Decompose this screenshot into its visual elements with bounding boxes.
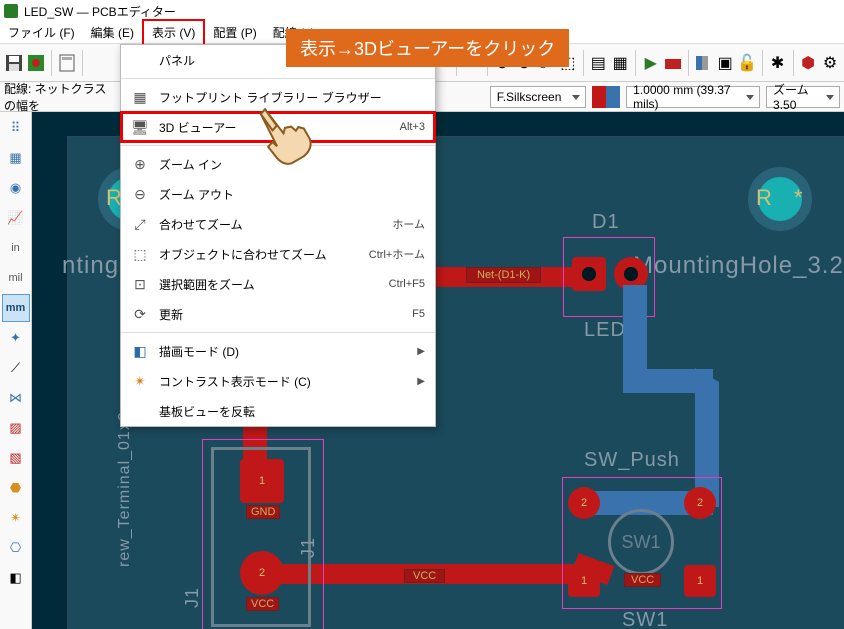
menu-view[interactable]: 表示 (V) — [142, 19, 205, 46]
sw1-ref: SW_Push — [584, 449, 680, 472]
zoom-obj-icon: ⬚ — [129, 246, 151, 263]
d1-ref: D1 — [592, 211, 620, 234]
j1-pad2: 2 — [240, 551, 284, 595]
units-in-button[interactable]: in — [2, 234, 30, 262]
polar-button[interactable]: ◉ — [2, 174, 30, 202]
save-button[interactable] — [4, 48, 24, 78]
contrast-icon: ✴ — [129, 373, 151, 390]
d1-pad1 — [572, 257, 606, 291]
annotation-callout: 表示→3Dビューアーをクリック — [286, 29, 569, 67]
j1-gnd: GND — [246, 505, 280, 519]
menu-zoom-obj[interactable]: ⬚ オブジェクトに合わせてズーム Ctrl+ホーム — [121, 239, 435, 269]
monitor-icon: 🖥 — [129, 119, 151, 136]
refresh-icon: ⟳ — [129, 306, 151, 323]
window-titlebar: LED_SW — PCBエディター — [0, 0, 844, 22]
left-toolbar: ⠿ ▦ ◉ 📈 in mil mm ✦ ⟋ ⋈ ▨ ▧ ⬣ ✴ ⎔ ◧ — [0, 112, 32, 629]
layer-selector[interactable]: F.Silkscreen — [490, 86, 586, 108]
j1-vcc: VCC — [246, 597, 279, 611]
sw1-value: SW1 — [622, 609, 668, 629]
zoom-fit-icon: ⤢ — [129, 216, 151, 233]
page-settings-button[interactable] — [57, 48, 77, 78]
zone-outline-button[interactable]: ▨ — [2, 414, 30, 442]
ratsnest-button[interactable]: ⟋ — [2, 354, 30, 382]
window-title: LED_SW — PCBエディター — [24, 3, 176, 20]
zone-hatch-button[interactable]: ▧ — [2, 444, 30, 472]
sw1-pad-br: 1 — [684, 565, 716, 597]
zoom-selector[interactable]: ズーム 3.50 — [766, 86, 840, 108]
mhole-ref-star: * — [794, 185, 803, 211]
cursor-shape-button[interactable]: ✦ — [2, 324, 30, 352]
zoom-in-icon: ⊕ — [129, 156, 151, 173]
menu-edit[interactable]: 編集 (E) — [83, 21, 142, 44]
menu-zoom-fit[interactable]: ⤢ 合わせてズーム ホーム — [121, 209, 435, 239]
chevron-right-icon: ▶ — [417, 346, 425, 357]
library-icon: ▦ — [129, 89, 151, 106]
track-outline-button[interactable]: ⎔ — [2, 534, 30, 562]
j1-ref: J1 — [182, 587, 203, 608]
track-width-label: 配線: ネットクラスの幅を — [4, 80, 108, 114]
zone-button[interactable]: ▣ — [715, 48, 735, 78]
draw-mode-icon: ◧ — [129, 343, 151, 360]
menu-flip-board[interactable]: 基板ビューを反転 — [121, 396, 435, 426]
zoom-out-icon: ⊖ — [129, 186, 151, 203]
grid-lines-button[interactable]: ▦ — [2, 144, 30, 172]
units-mm-button[interactable]: mm — [2, 294, 30, 322]
sw1-pad-tr: 2 — [684, 487, 716, 519]
grid-selector[interactable]: 1.0000 mm (39.37 mils) — [626, 86, 760, 108]
net-d1-k: Net-(D1-K) — [466, 267, 541, 283]
pad-outline-button[interactable]: ⬣ — [2, 474, 30, 502]
show-ratsnest-button[interactable]: ✱ — [768, 48, 788, 78]
scripting-button[interactable]: ⬢ — [798, 48, 818, 78]
units-mil-button[interactable]: mil — [2, 264, 30, 292]
via-outline-button[interactable]: ✴ — [2, 504, 30, 532]
silk-mountinghole: MountingHole_3.2m — [633, 252, 844, 280]
footprint-browser-button[interactable]: ▦ — [610, 48, 630, 78]
menu-file[interactable]: ファイル (F) — [0, 21, 83, 44]
zoom-sel-icon: ⊡ — [129, 276, 151, 293]
sw1-pad-bl: 1 — [568, 565, 600, 597]
vcc-netlabel: VCC — [404, 569, 445, 583]
update-from-schematic-button[interactable]: ▶ — [641, 48, 661, 78]
sw1-pad-tl: 2 — [568, 487, 600, 519]
d1-value: LED — [584, 319, 626, 342]
high-contrast-button[interactable]: ◧ — [2, 564, 30, 592]
j1-pad1: 1 — [240, 459, 284, 503]
chevron-right-icon: ▶ — [417, 376, 425, 387]
menu-refresh[interactable]: ⟳ 更新 F5 — [121, 299, 435, 329]
grid-dots-button[interactable]: ⠿ — [2, 114, 30, 142]
board-setup-button[interactable] — [26, 48, 46, 78]
footprint-editor-button[interactable]: ▤ — [588, 48, 608, 78]
unlocked-icon[interactable]: 🔓 — [737, 48, 757, 78]
sw1-silk-circle: SW1 — [608, 509, 674, 575]
ratsnest-curved-button[interactable]: ⋈ — [2, 384, 30, 412]
menu-zoom-sel[interactable]: ⊡ 選択範囲をズーム Ctrl+F5 — [121, 269, 435, 299]
drc-button[interactable] — [663, 48, 683, 78]
menu-place[interactable]: 配置 (P) — [205, 21, 264, 44]
menu-contrast-mode[interactable]: ✴ コントラスト表示モード (C) ▶ — [121, 366, 435, 396]
mhole-ref-r2: R — [756, 185, 772, 211]
menu-zoom-out[interactable]: ⊖ ズーム アウト — [121, 179, 435, 209]
graph-button[interactable]: 📈 — [2, 204, 30, 232]
plugin-button[interactable]: ⚙ — [820, 48, 840, 78]
app-icon — [4, 4, 18, 18]
j1-ref2: J1 — [298, 537, 319, 558]
layers-button[interactable] — [693, 48, 713, 78]
layer-swatch[interactable] — [592, 86, 620, 108]
sw1-vcc: VCC — [624, 573, 661, 587]
menu-draw-mode[interactable]: ◧ 描画モード (D) ▶ — [121, 336, 435, 366]
